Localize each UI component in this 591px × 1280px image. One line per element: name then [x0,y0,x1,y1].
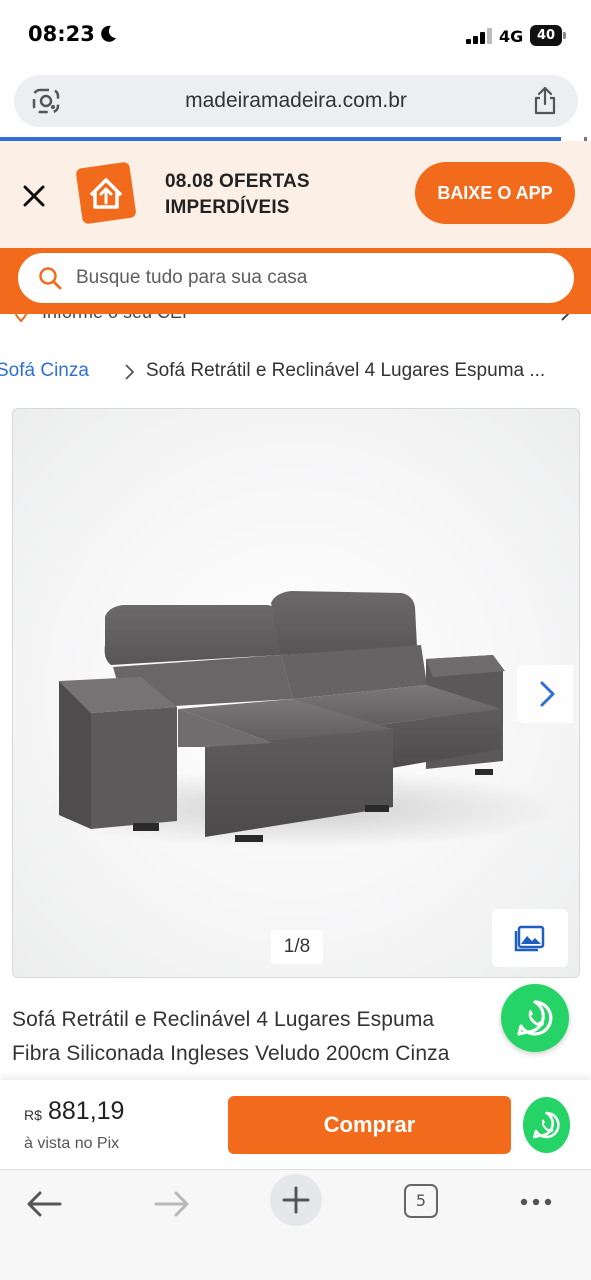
close-icon[interactable] [16,178,52,214]
cep-label: Informe o seu CEP [42,314,194,322]
browser-toolbar: 5 [0,1170,591,1280]
banner-line-2: IMPERDÍVEIS [165,197,290,218]
battery-icon: 40 [530,25,566,46]
buy-button[interactable]: Comprar [228,1096,511,1154]
price-currency: R$ [24,1107,42,1123]
battery-level: 40 [530,25,562,46]
signal-icon [466,28,492,44]
product-title-line-2: Fibra Siliconada Ingleses Veludo 200cm C… [12,1042,450,1065]
network-type: 4G [499,27,524,46]
download-app-button[interactable]: BAIXE O APP [415,162,575,224]
breadcrumb-link-category[interactable]: Sofá Cinza [0,360,89,382]
price-value: 881,19 [48,1097,125,1125]
search-icon [39,267,62,290]
whatsapp-float-button[interactable] [501,984,569,1052]
image-gallery-icon [514,925,545,952]
cep-row[interactable]: Informe o seu CEP [0,314,591,326]
search-input[interactable] [76,253,556,303]
url-text[interactable]: madeiramadeira.com.br [14,89,578,113]
app-download-banner: 08.08 OFERTAS IMPERDÍVEIS BAIXE O APP [0,141,591,248]
cep-content: Informe o seu CEP [14,314,194,326]
search-box[interactable] [18,253,574,303]
breadcrumb-current: Sofá Retrátil e Reclinável 4 Lugares Esp… [146,360,546,381]
moon-icon [101,25,116,42]
status-time: 08:23 [28,22,95,46]
back-arrow-icon[interactable] [20,1182,70,1226]
banner-promo-text: 08.08 OFERTAS IMPERDÍVEIS [165,169,310,221]
gallery-view-button[interactable] [492,909,568,967]
new-tab-button[interactable] [270,1174,322,1226]
tabs-button[interactable]: 5 [404,1184,438,1218]
gallery-counter: 1/8 [271,930,323,964]
chevron-right-icon [540,681,555,707]
status-bar: 08:23 4G 40 [0,0,591,70]
forward-arrow-icon[interactable] [146,1182,196,1226]
address-bar[interactable]: madeiramadeira.com.br [14,75,578,127]
whatsapp-icon [533,1111,560,1139]
buy-bar: R$ 881,19 à vista no Pix Comprar [0,1080,591,1170]
search-header [0,248,591,314]
location-pin-icon [14,314,28,323]
plus-icon [282,1186,310,1214]
madeiramadeira-logo [76,162,136,224]
share-icon[interactable] [532,86,558,116]
product-title: Sofá Retrátil e Reclinável 4 Lugares Esp… [12,1003,512,1071]
gallery-next-button[interactable] [517,665,573,723]
more-options-icon[interactable] [511,1182,561,1226]
whatsapp-icon [517,1000,553,1036]
breadcrumb: Sofá Cinza Sofá Retrátil e Reclinável 4 … [0,360,591,386]
banner-line-1: 08.08 OFERTAS [165,171,310,192]
chevron-right-icon [561,314,570,321]
product-title-line-1: Sofá Retrátil e Reclinável 4 Lugares Esp… [12,1008,435,1031]
product-gallery[interactable]: 1/8 [12,408,580,978]
product-image[interactable] [13,409,580,978]
battery-cap [563,32,566,39]
whatsapp-button[interactable] [523,1097,570,1153]
chevron-right-icon [125,364,135,380]
price-note: à vista no Pix [24,1135,120,1152]
